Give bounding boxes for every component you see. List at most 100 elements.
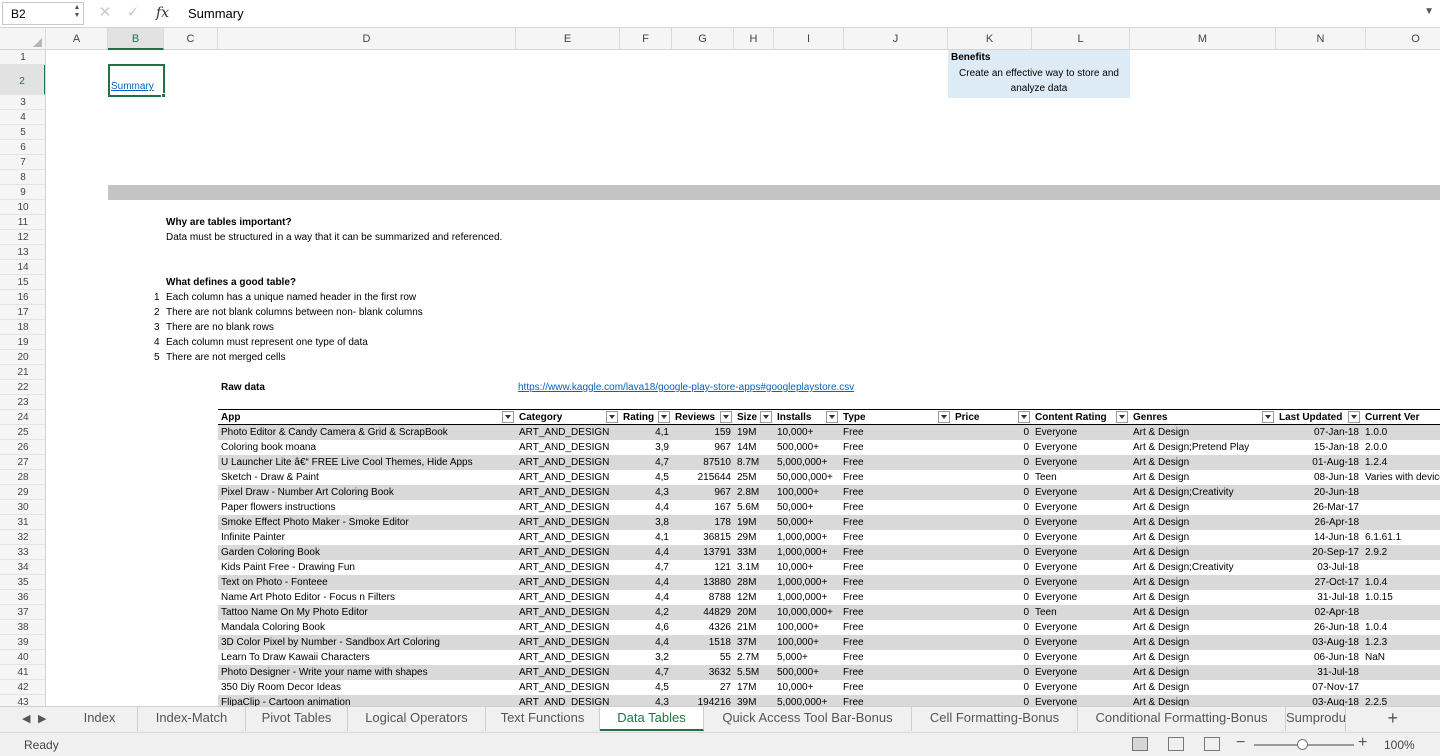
table-cell[interactable]: ART_AND_DESIGN (516, 650, 620, 665)
table-cell[interactable]: 0 (952, 470, 1032, 485)
table-cell[interactable]: 4,5 (620, 470, 672, 485)
table-cell[interactable]: Free (840, 500, 952, 515)
table-row[interactable]: Photo Designer - Write your name with sh… (218, 665, 1440, 680)
row-header-17[interactable]: 17 (0, 305, 45, 320)
table-cell[interactable]: 0 (952, 455, 1032, 470)
table-cell[interactable]: Everyone (1032, 515, 1130, 530)
table-cell[interactable]: Kids Paint Free - Drawing Fun (218, 560, 516, 575)
column-header-f[interactable]: F (620, 28, 672, 50)
table-cell[interactable]: Everyone (1032, 575, 1130, 590)
table-cell[interactable]: 0 (952, 695, 1032, 706)
table-cell[interactable]: 37M (734, 635, 774, 650)
row-header-29[interactable]: 29 (0, 485, 45, 500)
table-cell[interactable]: Coloring book moana (218, 440, 516, 455)
row-header-2[interactable]: 2 (0, 65, 45, 95)
row-header-41[interactable]: 41 (0, 665, 45, 680)
table-cell[interactable] (1362, 560, 1440, 575)
table-row[interactable]: Smoke Effect Photo Maker - Smoke Editor A… (218, 515, 1440, 530)
filter-dropdown-icon[interactable] (1018, 411, 1030, 423)
filter-dropdown-icon[interactable] (938, 411, 950, 423)
table-cell[interactable]: Free (840, 530, 952, 545)
page-layout-view-icon[interactable] (1168, 737, 1184, 751)
row-header-40[interactable]: 40 (0, 650, 45, 665)
column-header-k[interactable]: K (948, 28, 1032, 50)
row-header-30[interactable]: 30 (0, 500, 45, 515)
table-cell[interactable]: 10,000+ (774, 425, 840, 440)
table-cell[interactable]: 29M (734, 530, 774, 545)
table-row[interactable]: U Launcher Lite â€“ FREE Live Cool Theme… (218, 455, 1440, 470)
table-cell[interactable]: ART_AND_DESIGN (516, 515, 620, 530)
table-cell[interactable]: Art & Design (1130, 635, 1276, 650)
table-cell[interactable]: ART_AND_DESIGN (516, 500, 620, 515)
row-header-27[interactable]: 27 (0, 455, 45, 470)
table-cell[interactable]: Art & Design (1130, 590, 1276, 605)
table-cell[interactable]: 0 (952, 575, 1032, 590)
table-cell[interactable]: 17M (734, 680, 774, 695)
sheet-tab-sumproduct[interactable]: Sumproduct (1286, 707, 1346, 731)
table-cell[interactable]: 36815 (672, 530, 734, 545)
table-cell[interactable]: Free (840, 470, 952, 485)
table-cell[interactable]: Free (840, 440, 952, 455)
table-cell[interactable]: 44829 (672, 605, 734, 620)
column-header-o[interactable]: O (1366, 28, 1440, 50)
row-header-24[interactable]: 24 (0, 410, 45, 425)
fill-handle[interactable] (161, 93, 166, 98)
table-cell[interactable]: Art & Design (1130, 665, 1276, 680)
table-cell[interactable]: 10,000+ (774, 560, 840, 575)
table-cell[interactable]: 0 (952, 530, 1032, 545)
table-cell[interactable]: ART_AND_DESIGN (516, 560, 620, 575)
table-cell[interactable]: 03-Jul-18 (1276, 560, 1362, 575)
table-row[interactable]: Name Art Photo Editor - Focus n Filters A… (218, 590, 1440, 605)
formula-input[interactable]: Summary (182, 2, 1402, 25)
table-cell[interactable]: 50,000+ (774, 500, 840, 515)
table-cell[interactable]: Art & Design (1130, 515, 1276, 530)
cancel-icon[interactable]: ✕ (96, 4, 114, 22)
filter-dropdown-icon[interactable] (760, 411, 772, 423)
table-cell[interactable]: 20M (734, 605, 774, 620)
table-row[interactable]: Photo Editor & Candy Camera & Grid & Scr… (218, 425, 1440, 440)
table-cell[interactable]: 01-Aug-18 (1276, 455, 1362, 470)
table-cell[interactable]: Everyone (1032, 620, 1130, 635)
table-cell[interactable]: 39M (734, 695, 774, 706)
table-cell[interactable]: 4,4 (620, 500, 672, 515)
table-cell[interactable]: 350 Diy Room Decor Ideas (218, 680, 516, 695)
table-cell[interactable]: Art & Design (1130, 680, 1276, 695)
page-break-view-icon[interactable] (1204, 737, 1220, 751)
table-row[interactable]: Text on Photo - Fonteee ART_AND_DESIGN 4,4… (218, 575, 1440, 590)
table-cell[interactable]: 4,4 (620, 575, 672, 590)
table-cell[interactable]: Teen (1032, 470, 1130, 485)
table-cell[interactable]: Infinite Painter (218, 530, 516, 545)
table-cell[interactable]: Art & Design (1130, 695, 1276, 706)
table-cell[interactable]: Everyone (1032, 590, 1130, 605)
table-cell[interactable]: 27 (672, 680, 734, 695)
table-cell[interactable]: Everyone (1032, 560, 1130, 575)
table-cell[interactable]: Art & Design (1130, 620, 1276, 635)
table-cell[interactable]: 4,7 (620, 560, 672, 575)
table-cell[interactable]: ART_AND_DESIGN (516, 455, 620, 470)
table-cell[interactable]: 4,3 (620, 485, 672, 500)
table-cell[interactable]: 121 (672, 560, 734, 575)
table-cell[interactable]: Paper flowers instructions (218, 500, 516, 515)
table-cell[interactable]: 50,000+ (774, 515, 840, 530)
table-cell[interactable]: 27-Oct-17 (1276, 575, 1362, 590)
sheet-tab-quick-access-tool-bar-bonus[interactable]: Quick Access Tool Bar-Bonus (704, 707, 912, 731)
table-cell[interactable]: 2.2.5 (1362, 695, 1440, 706)
table-cell[interactable]: Everyone (1032, 695, 1130, 706)
table-cell[interactable] (1362, 515, 1440, 530)
table-cell[interactable]: 194216 (672, 695, 734, 706)
table-cell[interactable]: Pixel Draw - Number Art Coloring Book (218, 485, 516, 500)
table-cell[interactable]: 2.7M (734, 650, 774, 665)
filter-dropdown-icon[interactable] (1348, 411, 1360, 423)
table-cell[interactable]: 1518 (672, 635, 734, 650)
table-cell[interactable]: 1,000,000+ (774, 545, 840, 560)
table-cell[interactable]: 10,000,000+ (774, 605, 840, 620)
table-cell[interactable]: 13880 (672, 575, 734, 590)
table-cell[interactable]: Free (840, 590, 952, 605)
row-header-33[interactable]: 33 (0, 545, 45, 560)
column-header-h[interactable]: H (734, 28, 774, 50)
zoom-slider-thumb[interactable] (1297, 739, 1308, 750)
table-cell[interactable]: 15-Jan-18 (1276, 440, 1362, 455)
table-cell[interactable]: Free (840, 650, 952, 665)
table-cell[interactable]: 167 (672, 500, 734, 515)
table-cell[interactable]: ART_AND_DESIGN (516, 425, 620, 440)
